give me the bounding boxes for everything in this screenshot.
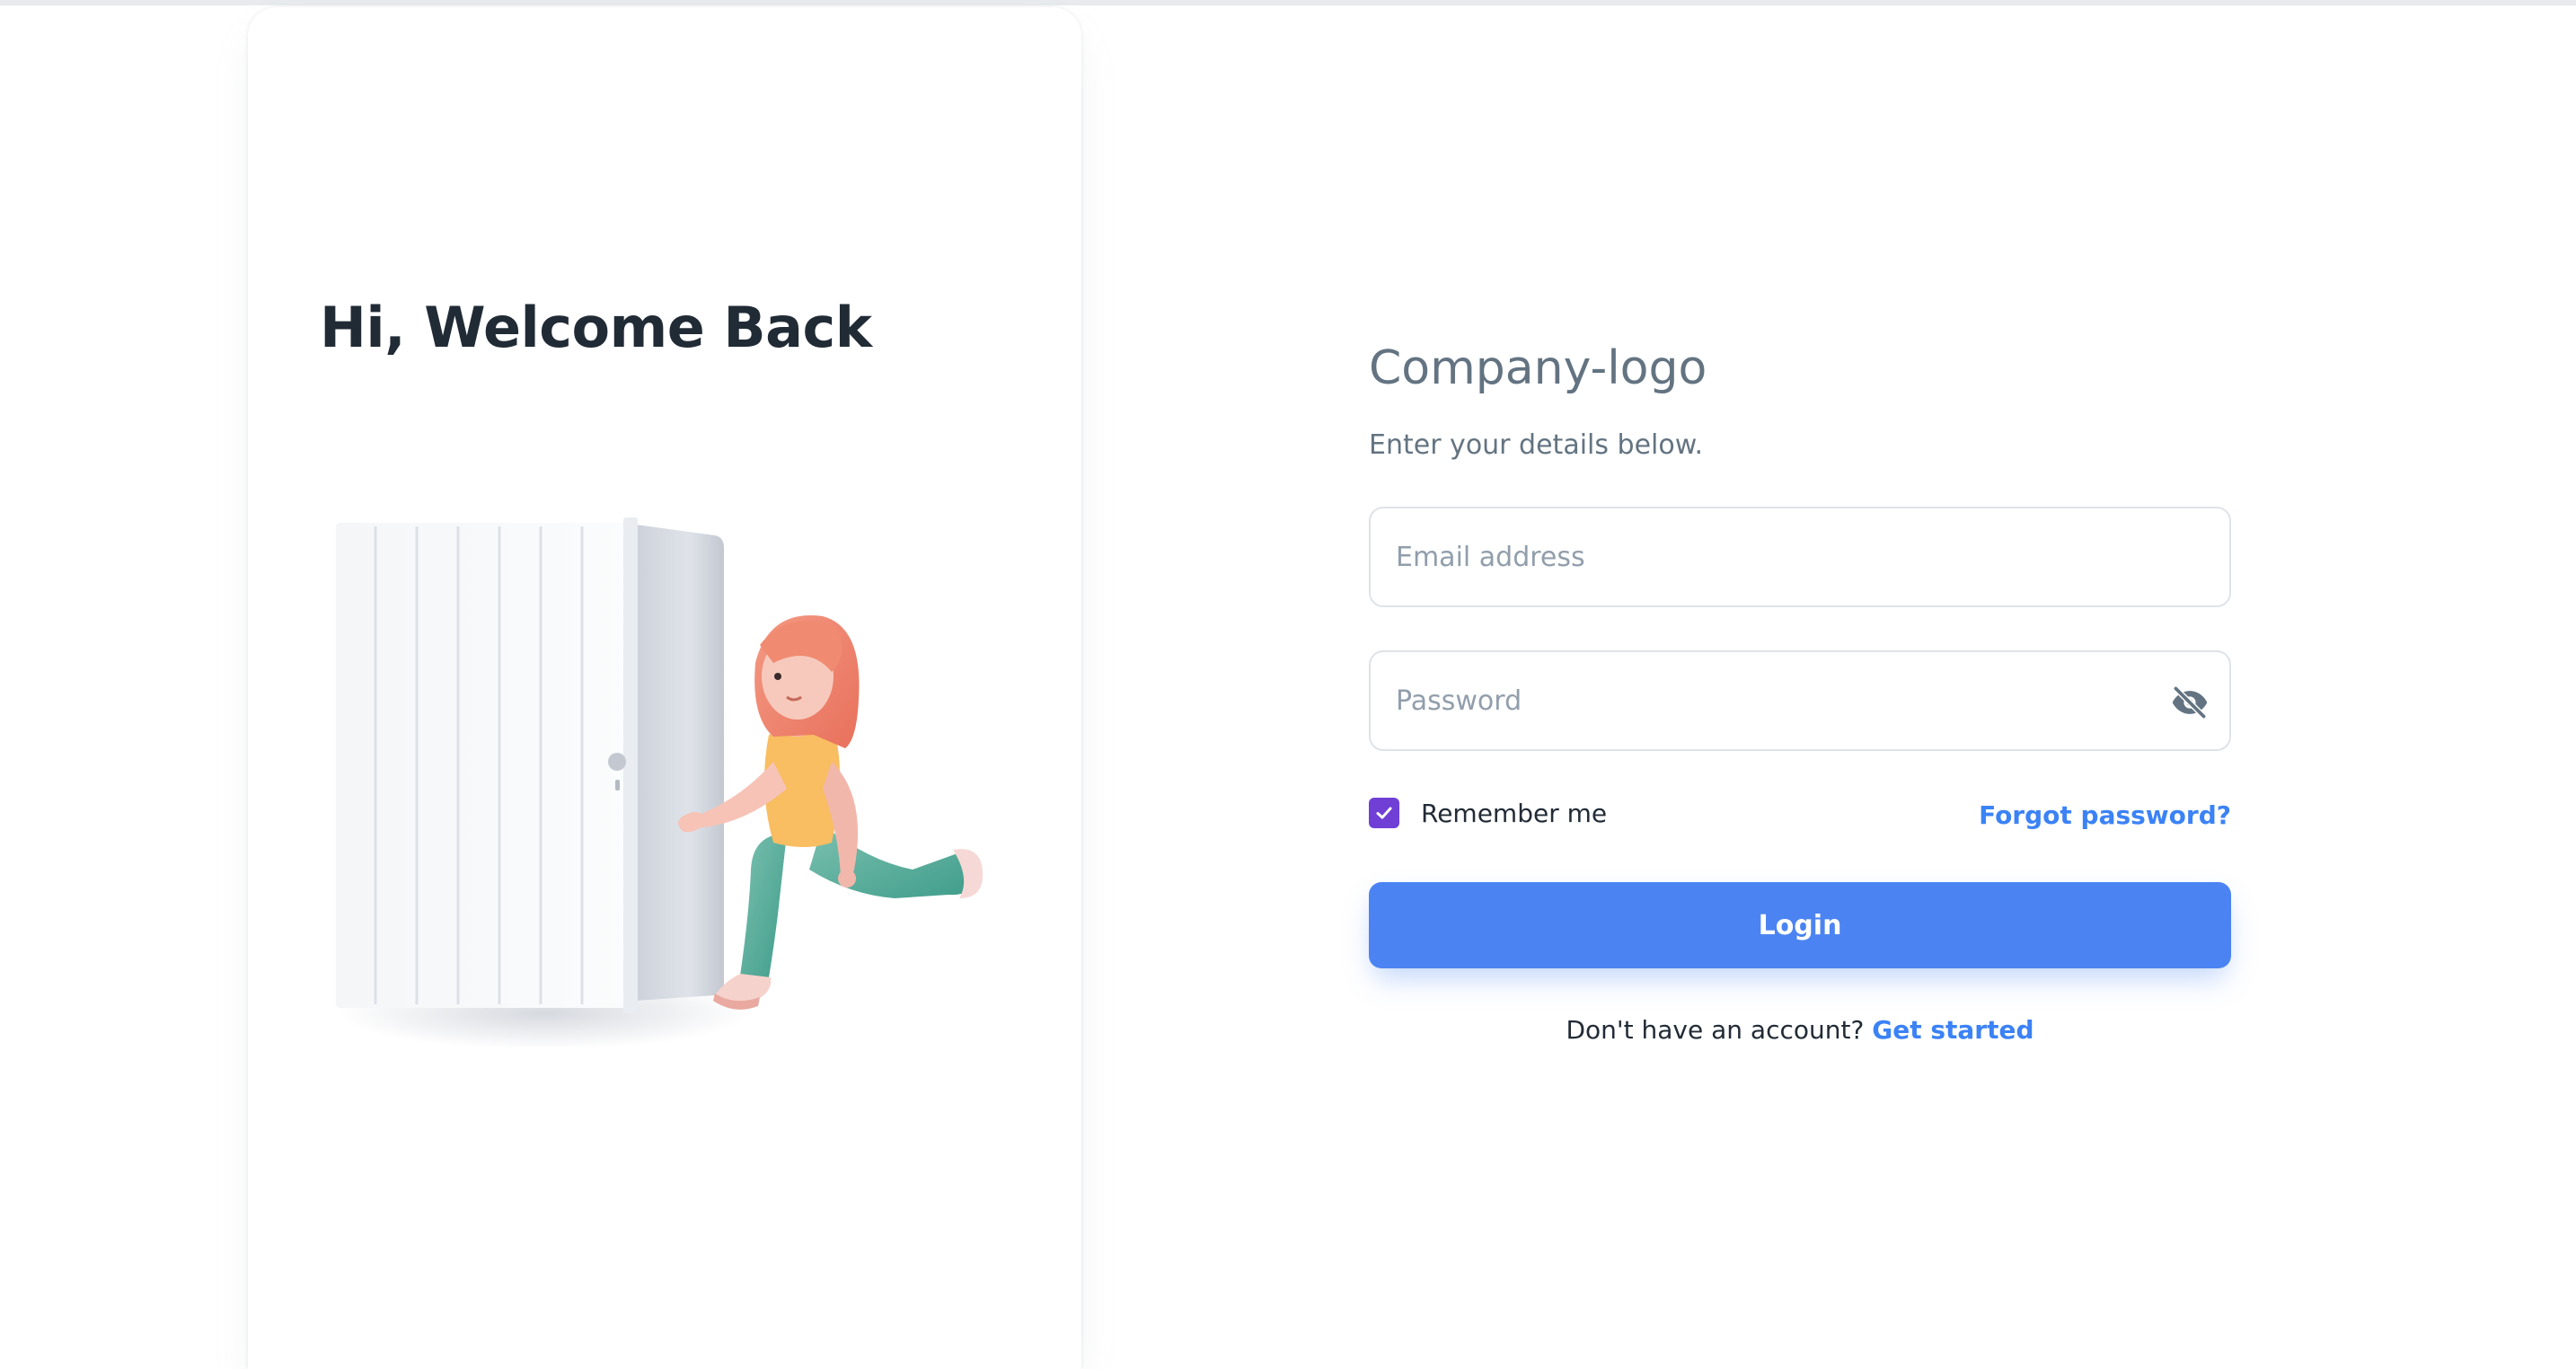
email-input[interactable] <box>1371 508 2229 605</box>
signup-prompt: Don't have an account? <box>1566 1015 1865 1045</box>
remember-me[interactable]: Remember me <box>1369 798 1607 828</box>
person-running-through-door-illustration <box>336 517 984 1049</box>
check-icon <box>1376 807 1392 819</box>
remember-me-label: Remember me <box>1421 798 1608 828</box>
forgot-password-link[interactable]: Forgot password? <box>1979 798 2231 834</box>
login-button[interactable]: Login <box>1369 882 2231 968</box>
password-input[interactable] <box>1371 652 2229 749</box>
welcome-panel: Hi, Welcome Back <box>248 7 1081 1369</box>
login-form: Company-logo Enter your details below. R… <box>1369 332 2231 1045</box>
signup-row: Don't have an account? Get started <box>1369 1015 2231 1045</box>
top-divider <box>0 0 2576 5</box>
get-started-link[interactable]: Get started <box>1872 1015 2033 1045</box>
form-subtitle: Enter your details below. <box>1369 429 1704 461</box>
company-logo: Company-logo <box>1369 341 1707 395</box>
eye-off-icon[interactable] <box>2170 683 2210 722</box>
email-field <box>1369 507 2231 607</box>
form-options-row: Remember me Forgot password? <box>1369 798 2231 834</box>
password-field <box>1369 650 2231 751</box>
welcome-title: Hi, Welcome Back <box>320 295 872 360</box>
remember-me-checkbox[interactable] <box>1369 798 1399 828</box>
